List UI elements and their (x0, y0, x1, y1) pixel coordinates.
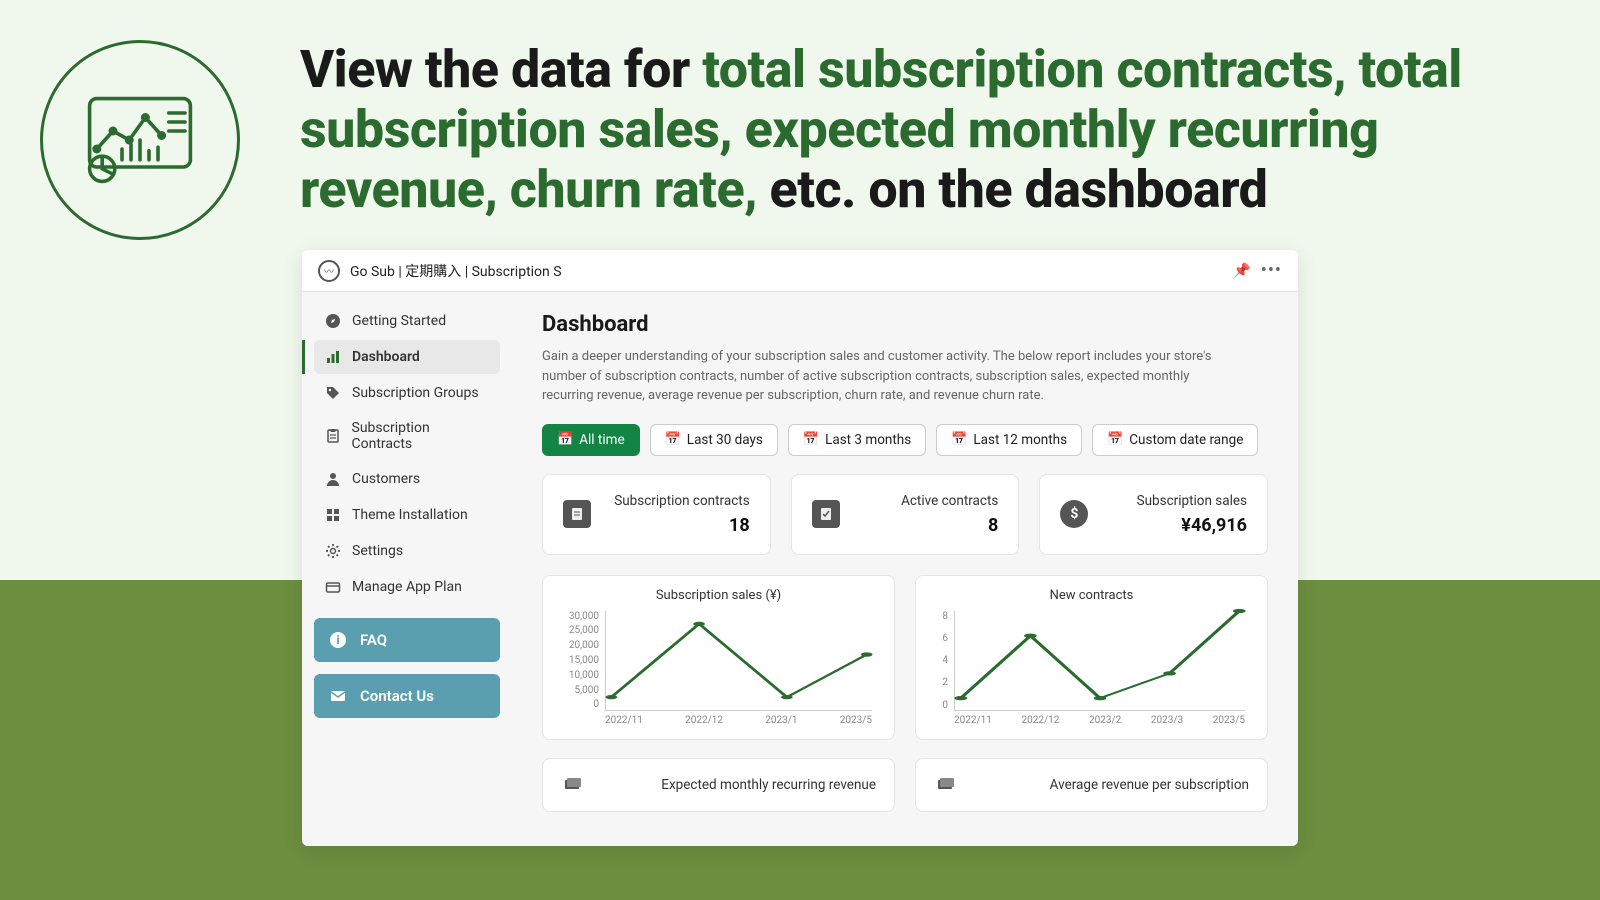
hero-analytics-icon (40, 40, 240, 240)
contact-us-button[interactable]: Contact Us (314, 674, 500, 718)
hero-headline: View the data for total subscription con… (300, 40, 1540, 219)
date-filter-label: Last 3 months (825, 432, 911, 448)
sidebar-item-subscription-contracts[interactable]: Subscription Contracts (314, 412, 500, 460)
app-logo-icon: 〰 (318, 260, 340, 282)
page-description: Gain a deeper understanding of your subs… (542, 347, 1242, 406)
faq-button[interactable]: i FAQ (314, 618, 500, 662)
sidebar-item-label: Customers (352, 471, 420, 487)
date-filter-last-12-months[interactable]: 📅 Last 12 months (936, 424, 1082, 456)
chart-title: Average revenue per subscription (974, 777, 1249, 793)
chart-plot (605, 611, 872, 711)
dollar-icon: $ (1060, 500, 1088, 528)
sidebar-item-label: Getting Started (352, 313, 446, 329)
svg-text:i: i (336, 633, 339, 647)
info-icon: i (328, 630, 348, 650)
tag-icon (324, 384, 342, 402)
card-icon (324, 578, 342, 596)
main-content: Dashboard Gain a deeper understanding of… (512, 292, 1298, 846)
sidebar-item-label: Subscription Contracts (352, 420, 490, 452)
app-window: 〰 Go Sub | 定期購入 | Subscription S 📌 ••• G… (302, 250, 1298, 846)
chart-row: Subscription sales (¥) 30,000 25,000 20,… (542, 575, 1268, 740)
pin-icon[interactable]: 📌 (1233, 263, 1250, 279)
date-filter-custom[interactable]: 📅 Custom date range (1092, 424, 1258, 456)
layout-icon (324, 506, 342, 524)
analytics-icon (85, 95, 195, 185)
chart-y-axis: 8 6 4 2 0 (932, 611, 948, 711)
chart-card-new-contracts: New contracts 8 6 4 2 0 (915, 575, 1268, 740)
date-filter-last-3-months[interactable]: 📅 Last 3 months (788, 424, 926, 456)
page-title: Dashboard (542, 312, 1268, 337)
calendar-icon: 📅 (665, 432, 681, 447)
hero: View the data for total subscription con… (40, 40, 1540, 240)
clipboard-icon (563, 500, 591, 528)
compass-icon (324, 312, 342, 330)
person-icon (324, 470, 342, 488)
chart-title: Subscription sales (¥) (559, 588, 878, 603)
date-filter-last-30-days[interactable]: 📅 Last 30 days (650, 424, 778, 456)
hero-text-post: etc. on the dashboard (770, 159, 1268, 220)
chart-card-arps: Average revenue per subscription (915, 758, 1268, 812)
contact-label: Contact Us (360, 687, 434, 705)
chart-card-mrr: Expected monthly recurring revenue (542, 758, 895, 812)
sidebar-item-label: Dashboard (352, 349, 420, 365)
chart-area: 8 6 4 2 0 (932, 611, 1251, 731)
sidebar-item-customers[interactable]: Customers (314, 462, 500, 496)
stat-label: Subscription sales (1106, 493, 1247, 509)
sidebar-item-label: Subscription Groups (352, 385, 479, 401)
sidebar-item-getting-started[interactable]: Getting Started (314, 304, 500, 338)
chart-x-axis: 2022/11 2022/12 2023/2 2023/3 2023/5 (954, 715, 1245, 731)
stat-card-subscription-sales: $ Subscription sales ¥46,916 (1039, 474, 1268, 555)
hero-text-pre: View the data for (300, 39, 702, 100)
calendar-icon: 📅 (951, 432, 967, 447)
clipboard-check-icon (812, 500, 840, 528)
money-stack-icon (934, 773, 958, 797)
stat-value: 18 (609, 515, 750, 536)
more-icon[interactable]: ••• (1261, 260, 1282, 281)
sidebar-item-manage-app-plan[interactable]: Manage App Plan (314, 570, 500, 604)
sidebar-item-subscription-groups[interactable]: Subscription Groups (314, 376, 500, 410)
calendar-icon: 📅 (1107, 432, 1123, 447)
mail-icon (328, 686, 348, 706)
stat-value: 8 (858, 515, 999, 536)
chart-row-2: Expected monthly recurring revenue Avera… (542, 758, 1268, 812)
bar-chart-icon (324, 348, 342, 366)
stat-card-active-contracts: Active contracts 8 (791, 474, 1020, 555)
money-stack-icon (561, 773, 585, 797)
stat-value: ¥46,916 (1106, 515, 1247, 536)
date-filter-row: 📅 All time 📅 Last 30 days 📅 Last 3 month… (542, 424, 1268, 456)
sidebar-item-settings[interactable]: Settings (314, 534, 500, 568)
date-filter-label: All time (579, 432, 624, 448)
chart-x-axis: 2022/11 2022/12 2023/1 2023/5 (605, 715, 872, 731)
chart-card-subscription-sales: Subscription sales (¥) 30,000 25,000 20,… (542, 575, 895, 740)
titlebar: 〰 Go Sub | 定期購入 | Subscription S 📌 ••• (302, 250, 1298, 292)
chart-title: Expected monthly recurring revenue (601, 777, 876, 793)
clipboard-icon (324, 427, 342, 445)
stat-card-subscription-contracts: Subscription contracts 18 (542, 474, 771, 555)
chart-y-axis: 30,000 25,000 20,000 15,000 10,000 5,000… (559, 611, 599, 711)
date-filter-label: Last 30 days (687, 432, 763, 448)
date-filter-label: Last 12 months (973, 432, 1067, 448)
calendar-icon: 📅 (557, 432, 573, 447)
chart-area: 30,000 25,000 20,000 15,000 10,000 5,000… (559, 611, 878, 731)
faq-label: FAQ (360, 631, 387, 649)
sidebar-item-dashboard[interactable]: Dashboard (314, 340, 500, 374)
chart-title: New contracts (932, 588, 1251, 603)
sidebar-item-label: Manage App Plan (352, 579, 462, 595)
stat-label: Subscription contracts (609, 493, 750, 509)
sidebar-item-label: Settings (352, 543, 403, 559)
sidebar: Getting Started Dashboard Subscription G… (302, 292, 512, 846)
stat-label: Active contracts (858, 493, 999, 509)
date-filter-label: Custom date range (1129, 432, 1243, 448)
sidebar-item-label: Theme Installation (352, 507, 468, 523)
gear-icon (324, 542, 342, 560)
date-filter-all-time[interactable]: 📅 All time (542, 424, 640, 456)
chart-plot (954, 611, 1245, 711)
stat-cards-row: Subscription contracts 18 Active contrac… (542, 474, 1268, 555)
app-title: Go Sub | 定期購入 | Subscription S (350, 261, 562, 281)
sidebar-item-theme-installation[interactable]: Theme Installation (314, 498, 500, 532)
calendar-icon: 📅 (803, 432, 819, 447)
